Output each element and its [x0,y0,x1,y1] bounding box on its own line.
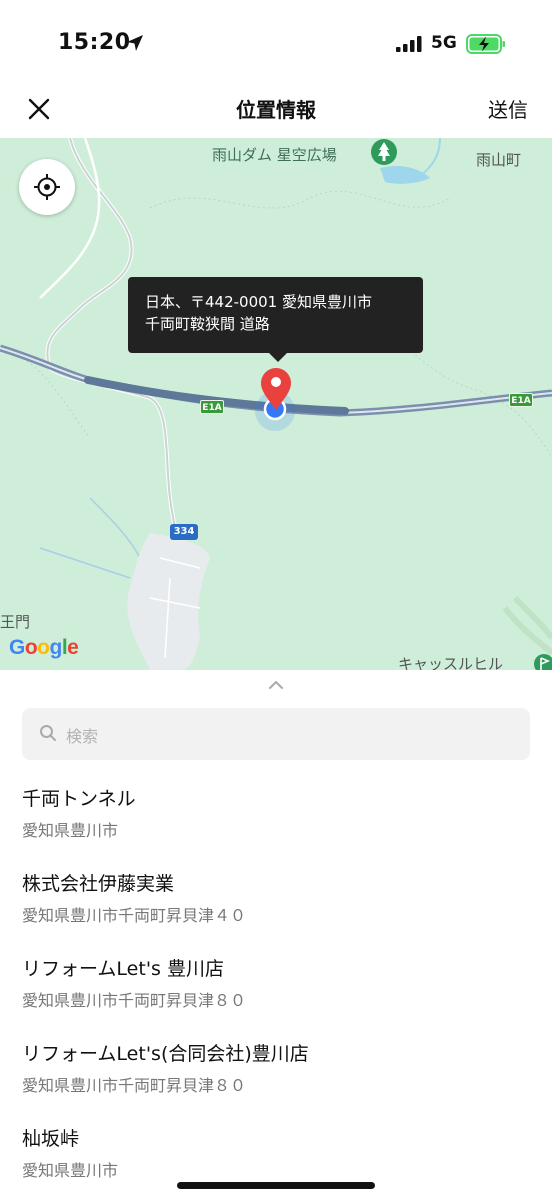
location-arrow-icon [127,35,143,51]
result-address: 愛知県豊川市 [22,1161,119,1180]
search-icon [40,725,56,741]
bottom-sheet: 検索 千両トンネル 愛知県豊川市 株式会社伊藤実業 愛知県豊川市千両町昇貝津４０… [0,670,552,1200]
map-pin-icon [261,368,291,410]
crosshair-icon [34,174,60,200]
tooltip-line-1: 日本、〒442-0001 愛知県豊川市 [145,293,372,311]
address-tooltip: 日本、〒442-0001 愛知県豊川市 千両町鞍狭間 道路 [128,277,423,362]
google-logo: Google [9,636,79,659]
current-location-button[interactable] [19,159,75,215]
header: 位置情報 送信 [0,84,552,138]
tooltip-line-2: 千両町鞍狭間 道路 [145,315,270,333]
map-label-dam: 雨山ダム 星空広場 [212,146,337,164]
road-badge: E1A [200,400,224,414]
golf-icon [534,654,552,670]
map-view[interactable]: 雨山ダム 星空広場 雨山町 王門 キャッスルヒル E1A E1A 334 日本、… [0,138,552,670]
status-time: 15:20 [58,30,131,55]
home-indicator [177,1182,375,1189]
cellular-signal-icon [396,36,422,52]
result-name: リフォームLet's(合同会社)豊川店 [22,1043,309,1065]
status-bar: 15:20 5G [0,0,552,84]
result-address: 愛知県豊川市 [22,821,119,840]
result-address: 愛知県豊川市千両町昇貝津８０ [22,1076,247,1095]
route-badge: 334 [170,524,198,540]
search-input[interactable]: 検索 [22,708,530,760]
result-item[interactable]: 株式会社伊藤実業 愛知県豊川市千両町昇貝津４０ [0,869,552,953]
map-label-gate: 王門 [0,613,31,631]
result-item[interactable]: リフォームLet's(合同会社)豊川店 愛知県豊川市千両町昇貝津８０ [0,1039,552,1123]
park-icon [371,139,397,165]
road-badge: E1A [509,393,533,407]
result-name: 杣坂峠 [22,1128,80,1150]
map-label-town: 雨山町 [476,151,522,169]
page-title: 位置情報 [236,98,316,122]
result-item[interactable]: リフォームLet's 豊川店 愛知県豊川市千両町昇貝津８０ [0,954,552,1038]
result-item[interactable]: 千両トンネル 愛知県豊川市 [0,784,552,868]
result-address: 愛知県豊川市千両町昇貝津８０ [22,991,247,1010]
search-placeholder: 検索 [66,727,99,746]
result-name: 千両トンネル [22,788,136,810]
result-address: 愛知県豊川市千両町昇貝津４０ [22,906,247,925]
chevron-up-icon[interactable] [268,680,284,690]
send-button[interactable]: 送信 [488,94,528,123]
battery-charging-icon [466,34,505,54]
map-label-castle: キャッスルヒル [398,655,504,670]
close-icon[interactable] [22,92,56,126]
result-name: リフォームLet's 豊川店 [22,958,224,980]
network-type: 5G [431,33,457,53]
result-name: 株式会社伊藤実業 [22,873,175,895]
